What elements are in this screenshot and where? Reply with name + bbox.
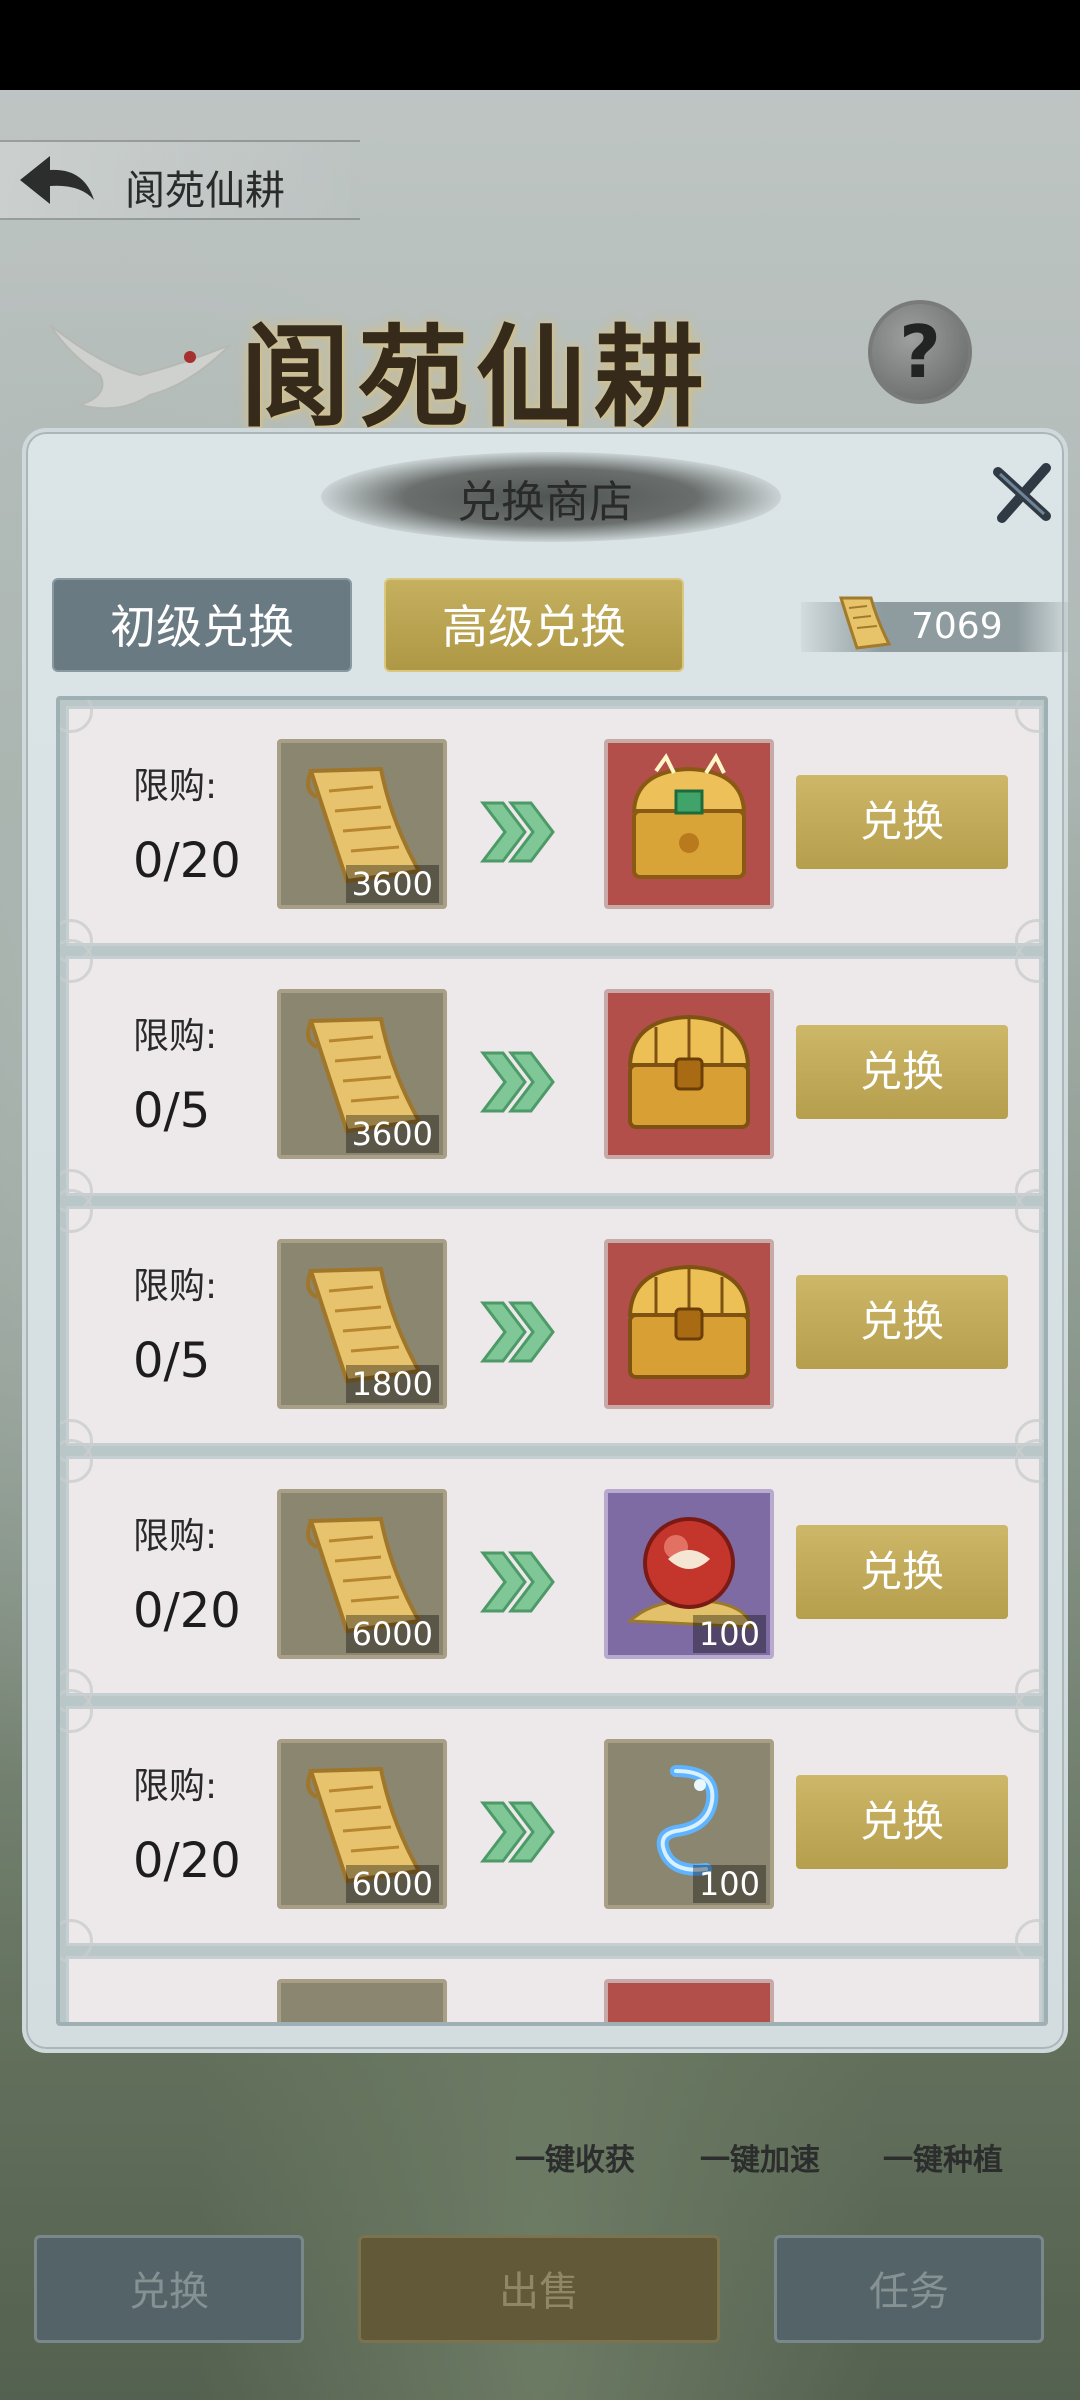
currency-value: 7069 bbox=[911, 606, 1003, 647]
close-icon[interactable] bbox=[988, 458, 1058, 528]
cost-quantity: 6000 bbox=[345, 1615, 439, 1653]
exchange-button[interactable]: 兑换 bbox=[796, 775, 1008, 869]
tab-basic-exchange[interactable]: 初级兑换 bbox=[52, 578, 352, 672]
list-item: 限购: 0/5 1800 兑换 bbox=[60, 1189, 1044, 1463]
cloud-ornament bbox=[60, 700, 93, 733]
reward-item[interactable]: 100 bbox=[604, 1489, 774, 1659]
cloud-ornament bbox=[1015, 939, 1044, 983]
tab-advanced-exchange[interactable]: 高级兑换 bbox=[384, 578, 684, 672]
exchange-button[interactable]: 兑换 bbox=[796, 1775, 1008, 1869]
double-chevron-right-icon bbox=[479, 801, 555, 863]
cost-item[interactable]: 6000 bbox=[277, 1489, 447, 1659]
list-item-partial bbox=[66, 1956, 1042, 2022]
cloud-ornament bbox=[60, 939, 93, 983]
currency-display: 7069 bbox=[801, 596, 1071, 652]
reward-item[interactable]: 100 bbox=[604, 1739, 774, 1909]
cost-item[interactable]: 6000 bbox=[277, 1739, 447, 1909]
cloud-ornament bbox=[60, 1189, 93, 1233]
list-item: 限购: 0/20 6000 100 兑换 bbox=[60, 1689, 1044, 1963]
exchange-shop-modal: 兑换商店 初级兑换 高级兑换 7069 限购: 0/20 3600 兑换 限购:… bbox=[22, 428, 1071, 2053]
jeweled-chest-icon bbox=[631, 752, 747, 879]
cloud-ornament bbox=[1015, 1189, 1044, 1233]
scroll-icon bbox=[838, 596, 892, 650]
cost-quantity: 1800 bbox=[345, 1365, 439, 1403]
double-chevron-right-icon bbox=[479, 1801, 555, 1863]
gold-chest-icon bbox=[627, 1264, 751, 1379]
limit-label: 限购: bbox=[133, 1766, 218, 1807]
limit-value: 0/5 bbox=[133, 1083, 211, 1139]
double-chevron-right-icon bbox=[479, 1551, 555, 1613]
list-item: 限购: 0/20 6000 100 兑换 bbox=[60, 1439, 1044, 1713]
limit-value: 0/20 bbox=[133, 1833, 241, 1889]
game-scene: 阆苑仙耕 阆苑仙耕 ? 一键收获 一键加速 一键种植 兑换 出售 任务 兑换商店… bbox=[0, 90, 1080, 2400]
exchange-button[interactable]: 兑换 bbox=[796, 1275, 1008, 1369]
reward-item bbox=[604, 1979, 774, 2022]
cloud-ornament bbox=[1015, 1439, 1044, 1483]
cloud-ornament bbox=[60, 1439, 93, 1483]
double-chevron-right-icon bbox=[479, 1301, 555, 1363]
cloud-ornament bbox=[1015, 700, 1044, 733]
limit-label: 限购: bbox=[133, 1016, 218, 1057]
cost-item[interactable]: 1800 bbox=[277, 1239, 447, 1409]
limit-value: 0/20 bbox=[133, 833, 241, 889]
list-item: 限购: 0/5 3600 兑换 bbox=[60, 939, 1044, 1213]
limit-value: 0/5 bbox=[133, 1333, 211, 1389]
cloud-ornament bbox=[1015, 1689, 1044, 1733]
cloud-ornament bbox=[60, 1689, 93, 1733]
reward-item[interactable] bbox=[604, 1239, 774, 1409]
modal-title: 兑换商店 bbox=[457, 477, 633, 528]
reward-item[interactable] bbox=[604, 739, 774, 909]
exchange-button[interactable]: 兑换 bbox=[796, 1025, 1008, 1119]
reward-quantity: 100 bbox=[692, 1865, 766, 1903]
cost-quantity: 6000 bbox=[345, 1865, 439, 1903]
gold-chest-icon bbox=[627, 1014, 751, 1129]
limit-value: 0/20 bbox=[133, 1583, 241, 1639]
cost-item bbox=[277, 1979, 447, 2022]
cost-item[interactable]: 3600 bbox=[277, 989, 447, 1159]
status-bar bbox=[0, 0, 1080, 90]
exchange-button[interactable]: 兑换 bbox=[796, 1525, 1008, 1619]
cost-quantity: 3600 bbox=[345, 1115, 439, 1153]
cost-quantity: 3600 bbox=[345, 865, 439, 903]
exchange-list[interactable]: 限购: 0/20 3600 兑换 限购: 0/5 3600 兑换 限购: 0/5… bbox=[56, 696, 1048, 2026]
limit-label: 限购: bbox=[133, 1266, 218, 1307]
limit-label: 限购: bbox=[133, 1516, 218, 1557]
reward-item[interactable] bbox=[604, 989, 774, 1159]
limit-label: 限购: bbox=[133, 766, 218, 807]
reward-quantity: 100 bbox=[692, 1615, 766, 1653]
list-item: 限购: 0/20 3600 兑换 bbox=[60, 700, 1044, 963]
cost-item[interactable]: 3600 bbox=[277, 739, 447, 909]
double-chevron-right-icon bbox=[479, 1051, 555, 1113]
